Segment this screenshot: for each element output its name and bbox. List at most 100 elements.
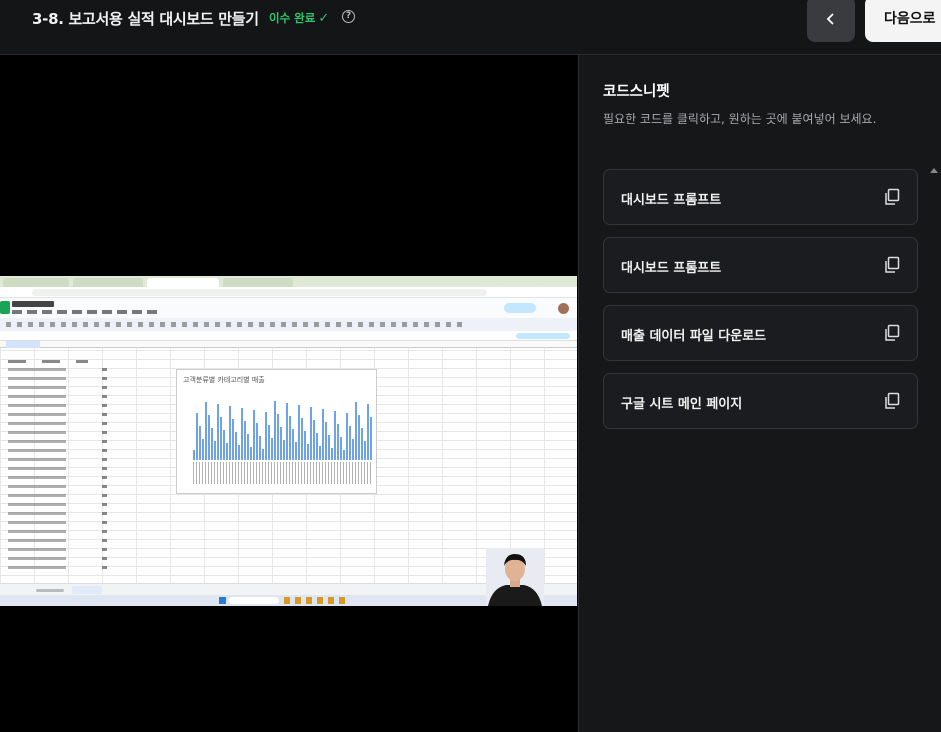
copy-icon[interactable] [883, 188, 901, 206]
row-value [102, 485, 107, 488]
browser-tab [73, 278, 143, 287]
sheets-menu-bar [12, 310, 162, 314]
chart-bar [358, 415, 360, 460]
snippet-card[interactable]: 매출 데이터 파일 다운로드 [603, 305, 918, 361]
chart-bar [361, 428, 363, 460]
chart-plot [193, 401, 372, 460]
chart-bar [301, 418, 303, 460]
copy-icon[interactable] [883, 256, 901, 274]
selected-column-header [6, 341, 40, 348]
chart-bar [331, 448, 333, 460]
chart-bar [208, 415, 210, 460]
table-row [6, 467, 110, 471]
table-row [6, 431, 110, 435]
toolbar-icons [6, 322, 466, 327]
chart-bar [343, 450, 345, 460]
chart-bar [268, 425, 270, 460]
chart-bar [250, 447, 252, 460]
row-name [8, 440, 66, 443]
chart-bar [304, 431, 306, 460]
row-name [8, 566, 66, 569]
browser-address-bar [0, 287, 577, 298]
chart-bar [214, 441, 216, 460]
table-row [6, 539, 110, 543]
row-name [8, 521, 66, 524]
row-name [8, 485, 66, 488]
chart-bar [370, 417, 372, 460]
formula-button [516, 333, 570, 339]
chart-bar [199, 426, 201, 460]
row-value [102, 530, 107, 533]
chart-bar [349, 426, 351, 460]
chart-bar [340, 437, 342, 460]
row-name [8, 449, 66, 452]
sheets-title-bar [0, 298, 577, 318]
chart-bar [217, 404, 219, 460]
row-value [102, 422, 107, 425]
row-name [8, 458, 66, 461]
chart-bar [277, 414, 279, 460]
snippet-card[interactable]: 대시보드 프롬프트 [603, 237, 918, 293]
row-value [102, 431, 107, 434]
table-row [6, 413, 110, 417]
previous-button[interactable] [807, 0, 855, 42]
check-icon: ✓ [318, 10, 330, 26]
chart-bar [316, 433, 318, 460]
table-row [6, 440, 110, 444]
table-row [6, 548, 110, 552]
row-value [102, 449, 107, 452]
column-headers [0, 341, 577, 348]
sheet-tab [36, 589, 64, 592]
share-button [504, 303, 536, 313]
row-name [8, 467, 66, 470]
chart-bar [232, 419, 234, 460]
row-name [8, 404, 66, 407]
chart-bar [253, 410, 255, 460]
chart-bar [328, 435, 330, 460]
table-row [6, 476, 110, 480]
chart-bar [256, 423, 258, 460]
row-name [8, 368, 66, 371]
row-name [8, 413, 66, 416]
snippet-card[interactable]: 구글 시트 메인 페이지 [603, 373, 918, 429]
next-button[interactable]: 다음으로 [865, 0, 941, 42]
copy-icon[interactable] [883, 392, 901, 410]
chart-bar [223, 430, 225, 460]
chart-bar [352, 439, 354, 460]
sheets-toolbar [0, 318, 577, 331]
chart-bar [313, 420, 315, 460]
chart-bar [289, 416, 291, 460]
row-name [8, 539, 66, 542]
video-player[interactable]: 고객분류별 카테고리별 매출 [0, 55, 578, 732]
table-row [6, 512, 110, 516]
row-value [102, 476, 107, 479]
row-name [8, 476, 66, 479]
taskbar-app-icons [284, 597, 350, 604]
chart-bar [325, 422, 327, 460]
help-icon[interactable]: ? [342, 10, 355, 23]
row-name [8, 431, 66, 434]
chart-bar [226, 443, 228, 460]
table-row [6, 395, 110, 399]
copy-icon[interactable] [883, 324, 901, 342]
chevron-left-icon [826, 13, 834, 25]
chart-title: 고객분류별 카테고리별 매출 [183, 376, 265, 384]
code-snippet-panel: 코드스니펫 필요한 코드를 클릭하고, 원하는 곳에 붙여넣어 보세요. 대시보… [578, 55, 941, 732]
row-value [102, 503, 107, 506]
row-value [102, 467, 107, 470]
snippet-card[interactable]: 대시보드 프롬프트 [603, 169, 918, 225]
row-name [8, 386, 66, 389]
row-name [8, 512, 66, 515]
chart-bar [337, 424, 339, 460]
chart-bar [295, 442, 297, 460]
browser-tab-strip [0, 276, 577, 287]
browser-tab [223, 278, 293, 287]
row-value [102, 377, 107, 380]
row-value [102, 566, 107, 569]
scroll-up-arrow-icon[interactable] [930, 168, 938, 173]
presenter-webcam [486, 548, 544, 606]
completion-badge: 이수 완료 ✓ [269, 10, 329, 26]
url-field [32, 289, 487, 296]
row-value [102, 494, 107, 497]
table-row [6, 503, 110, 507]
